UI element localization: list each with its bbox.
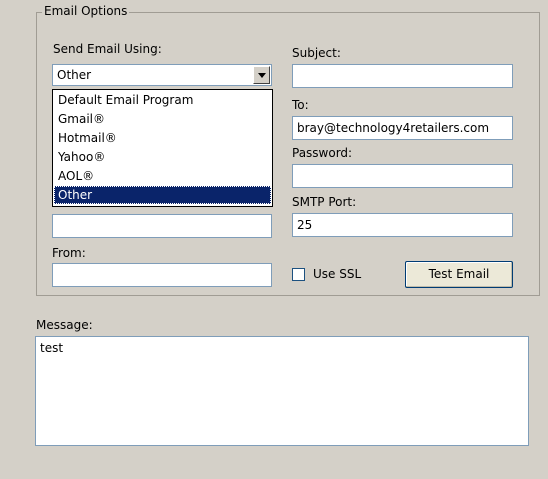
smtp-port-field[interactable]: 25 [292, 213, 513, 237]
subject-label: Subject: [292, 46, 341, 60]
use-ssl-label[interactable]: Use SSL [313, 267, 361, 281]
from-field[interactable] [52, 263, 272, 287]
to-field[interactable]: bray@technology4retailers.com [292, 116, 513, 140]
email-options-title: Email Options [42, 4, 130, 18]
message-label: Message: [36, 318, 93, 332]
send-email-using-value: Other [57, 68, 92, 82]
smtp-port-label: SMTP Port: [292, 195, 357, 209]
dropdown-option-yahoo[interactable]: Yahoo® [54, 148, 271, 166]
smtp-server-field[interactable] [52, 214, 272, 238]
password-label: Password: [292, 146, 353, 160]
subject-field[interactable] [292, 64, 513, 88]
dropdown-option-gmail[interactable]: Gmail® [54, 110, 271, 128]
use-ssl-checkbox[interactable] [292, 268, 305, 281]
dropdown-option-hotmail[interactable]: Hotmail® [54, 129, 271, 147]
message-textarea[interactable]: test [35, 336, 529, 446]
dropdown-button[interactable] [253, 66, 270, 84]
dropdown-option-default[interactable]: Default Email Program [54, 91, 271, 109]
to-label: To: [292, 98, 309, 112]
send-email-using-dropdown: Default Email Program Gmail® Hotmail® Ya… [52, 89, 273, 207]
send-email-using-label: Send Email Using: [53, 42, 162, 56]
dropdown-option-aol[interactable]: AOL® [54, 167, 271, 185]
chevron-down-icon [258, 73, 266, 78]
password-field[interactable] [292, 164, 513, 188]
test-email-button[interactable]: Test Email [405, 261, 513, 288]
from-label: From: [52, 246, 86, 260]
send-email-using-select[interactable]: Other [52, 64, 272, 86]
dropdown-option-other[interactable]: Other [54, 186, 271, 204]
